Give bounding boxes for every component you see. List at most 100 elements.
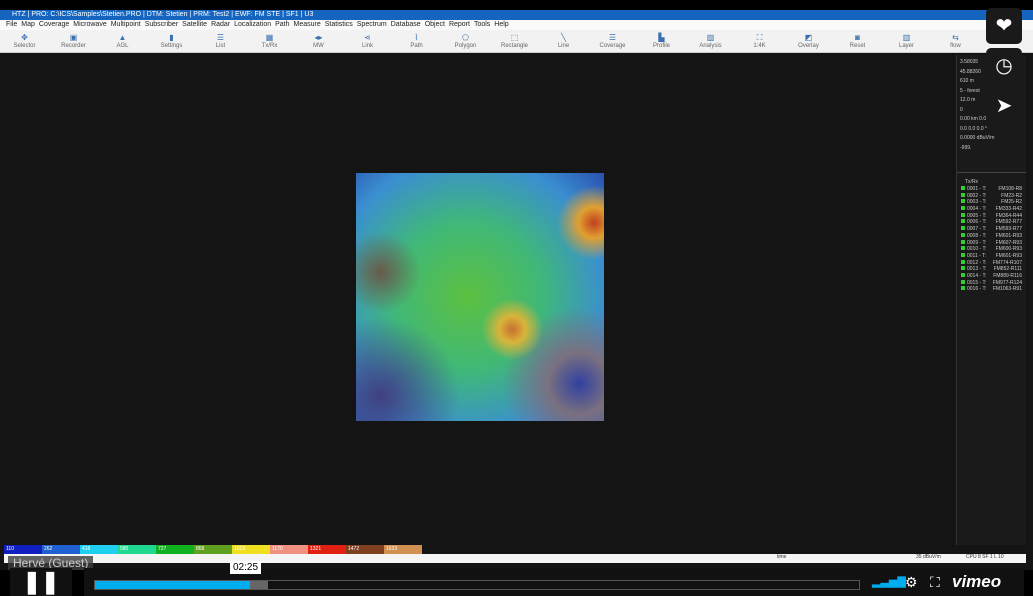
color-legend: 110 262 418 580 727 868 1019 1170 1321 1472 1623: [4, 545, 422, 554]
menu-item-object[interactable]: Object: [425, 20, 445, 30]
pause-button[interactable]: ❚❚: [10, 568, 72, 596]
toolbar-button-agl[interactable]: ▲ AGL: [98, 30, 147, 52]
txrx-id: 0016 - T:: [961, 286, 986, 293]
menu-item-statistics[interactable]: Statistics: [325, 20, 353, 30]
toolbar-button-14k[interactable]: ⛶ 1:4K: [735, 30, 784, 52]
menu-item-microwave[interactable]: Microwave: [73, 20, 106, 30]
menu-item-multipoint[interactable]: Multipoint: [111, 20, 141, 30]
txrx-row[interactable]: 0010 - T: FM600-R93: [957, 246, 1026, 253]
checkbox-icon[interactable]: [961, 279, 965, 284]
txrx-row[interactable]: 0004 - T: FM333-R42: [957, 206, 1026, 213]
settings-gear-icon[interactable]: ⚙: [905, 568, 918, 596]
coverage-map[interactable]: [356, 173, 604, 421]
toolbar-button-rectangle[interactable]: ⬚ Rectangle: [490, 30, 539, 52]
checkbox-icon[interactable]: [961, 206, 965, 211]
fullscreen-icon[interactable]: ⛶: [930, 568, 940, 596]
status-time: time: [777, 554, 787, 560]
txrx-id-text: 0016 - T:: [967, 286, 987, 293]
menu-item-file[interactable]: File: [6, 20, 17, 30]
toolbar-button-line[interactable]: ╲ Line: [539, 30, 588, 52]
txrx-row[interactable]: 0001 - T: FM108-R8: [957, 186, 1026, 193]
toolbar-button-reset[interactable]: ◙ Reset: [833, 30, 882, 52]
toolbar-button-layer[interactable]: ▥ Layer: [882, 30, 931, 52]
txrx-row[interactable]: 0002 - T: FM23-R2: [957, 192, 1026, 200]
txrx-row[interactable]: 0012 - T: FM774-R107: [957, 259, 1026, 267]
txrx-row[interactable]: 0013 - T: FM852-R111: [957, 266, 1026, 273]
toolbar-button-settings[interactable]: ▮ Settings: [147, 30, 196, 52]
menu-item-radar[interactable]: Radar: [211, 20, 230, 30]
legend-swatch: 418: [80, 545, 118, 554]
txrx-row[interactable]: 0007 - T: FM593-R77: [957, 226, 1026, 233]
tool-icon: ✥: [21, 33, 28, 42]
txrx-row[interactable]: 0006 - T: FM592-R77: [957, 219, 1026, 226]
watch-later-button[interactable]: ◷: [986, 48, 1022, 84]
toolbar-button-selector[interactable]: ✥ Selector: [0, 30, 49, 52]
toolbar-button-overlay[interactable]: ◩ Overlay: [784, 30, 833, 52]
txrx-row[interactable]: 0011 - T: FM601-R93: [957, 252, 1026, 260]
txrx-row[interactable]: 0016 - T: FM1063-R91: [957, 286, 1026, 293]
checkbox-icon[interactable]: [961, 219, 965, 224]
txrx-id: 0004 - T:: [961, 206, 986, 213]
toolbar-button-list[interactable]: ☰ List: [196, 30, 245, 52]
toolbar-button-polygon[interactable]: ⬠ Polygon: [441, 30, 490, 52]
menu-item-path[interactable]: Path: [275, 20, 289, 30]
legend-swatch: 262: [42, 545, 80, 554]
checkbox-icon[interactable]: [961, 186, 965, 190]
tool-label: Settings: [160, 43, 183, 49]
control-bar: ▂▃▅▇ ⚙ ⛶ vimeo: [84, 568, 1024, 596]
toolbar-button-flow[interactable]: ⇆ flow: [931, 30, 980, 52]
checkbox-icon[interactable]: [961, 199, 965, 204]
txrx-name: FM601-R93: [995, 232, 1022, 239]
checkbox-icon[interactable]: [961, 212, 965, 217]
checkbox-icon[interactable]: [961, 246, 965, 251]
toolbar-button-analysis[interactable]: ▨ Analysis: [686, 30, 735, 52]
toolbar-button-mw[interactable]: ◂▸ MW: [294, 30, 343, 52]
tool-icon: ⛶: [756, 33, 763, 42]
menu-item-subscriber[interactable]: Subscriber: [145, 20, 178, 30]
toolbar-button-profile[interactable]: ▙ Profile: [637, 30, 686, 52]
toolbar-button-path[interactable]: ⌇ Path: [392, 30, 441, 52]
txrx-row[interactable]: 0015 - T: FM977-R124: [957, 279, 1026, 287]
tool-label: 1:4K: [753, 43, 766, 49]
checkbox-icon[interactable]: [961, 192, 965, 197]
txrx-row[interactable]: 0003 - T: FM25-R2: [957, 199, 1026, 206]
txrx-id-text: 0005 - T:: [967, 212, 987, 219]
menu-item-report[interactable]: Report: [449, 20, 470, 30]
menu-item-map[interactable]: Map: [21, 20, 35, 30]
volume-icon[interactable]: ▂▃▅▇: [872, 568, 906, 596]
txrx-name: FM600-R93: [995, 246, 1022, 253]
menu-item-coverage[interactable]: Coverage: [39, 20, 69, 30]
txrx-row[interactable]: 0014 - T: FM889-R116: [957, 272, 1026, 280]
menu-item-spectrum[interactable]: Spectrum: [357, 20, 387, 30]
toolbar-button-recorder[interactable]: ▣ Recorder: [49, 30, 98, 52]
toolbar-button-txrx[interactable]: ▦ Tx/Rx: [245, 30, 294, 52]
checkbox-icon[interactable]: [961, 226, 965, 231]
toolbar-button-coverage[interactable]: ☰ Coverage: [588, 30, 637, 52]
checkbox-icon[interactable]: [961, 239, 965, 244]
menu-item-satellite[interactable]: Satellite: [182, 20, 207, 30]
menu-item-measure[interactable]: Measure: [294, 20, 321, 30]
tool-label: Path: [410, 43, 423, 49]
txrx-row[interactable]: 0008 - T: FM601-R93: [957, 232, 1026, 240]
txrx-row[interactable]: 0009 - T: FM607-R93: [957, 239, 1026, 247]
menu-item-localization[interactable]: Localization: [234, 20, 271, 30]
txrx-name: FM889-R116: [993, 272, 1022, 279]
toolbar-button-link[interactable]: ⋖ Link: [343, 30, 392, 52]
checkbox-icon[interactable]: [961, 252, 965, 257]
checkbox-icon[interactable]: [961, 232, 965, 237]
pause-icon: ❚❚: [22, 569, 60, 594]
share-button[interactable]: ➤: [986, 88, 1022, 124]
txrx-name: FM593-R77: [995, 226, 1022, 233]
like-button[interactable]: ❤: [986, 8, 1022, 44]
menu-item-help[interactable]: Help: [494, 20, 508, 30]
tool-label: Link: [361, 43, 373, 49]
vimeo-logo[interactable]: vimeo: [952, 568, 1001, 596]
checkbox-icon[interactable]: [961, 259, 965, 264]
checkbox-icon[interactable]: [961, 286, 965, 291]
txrx-row[interactable]: 0005 - T: FM364-R44: [957, 212, 1026, 220]
checkbox-icon[interactable]: [961, 272, 965, 277]
menu-item-tools[interactable]: Tools: [474, 20, 490, 30]
progress-bar[interactable]: [94, 580, 860, 590]
menu-item-database[interactable]: Database: [391, 20, 421, 30]
checkbox-icon[interactable]: [961, 266, 965, 271]
